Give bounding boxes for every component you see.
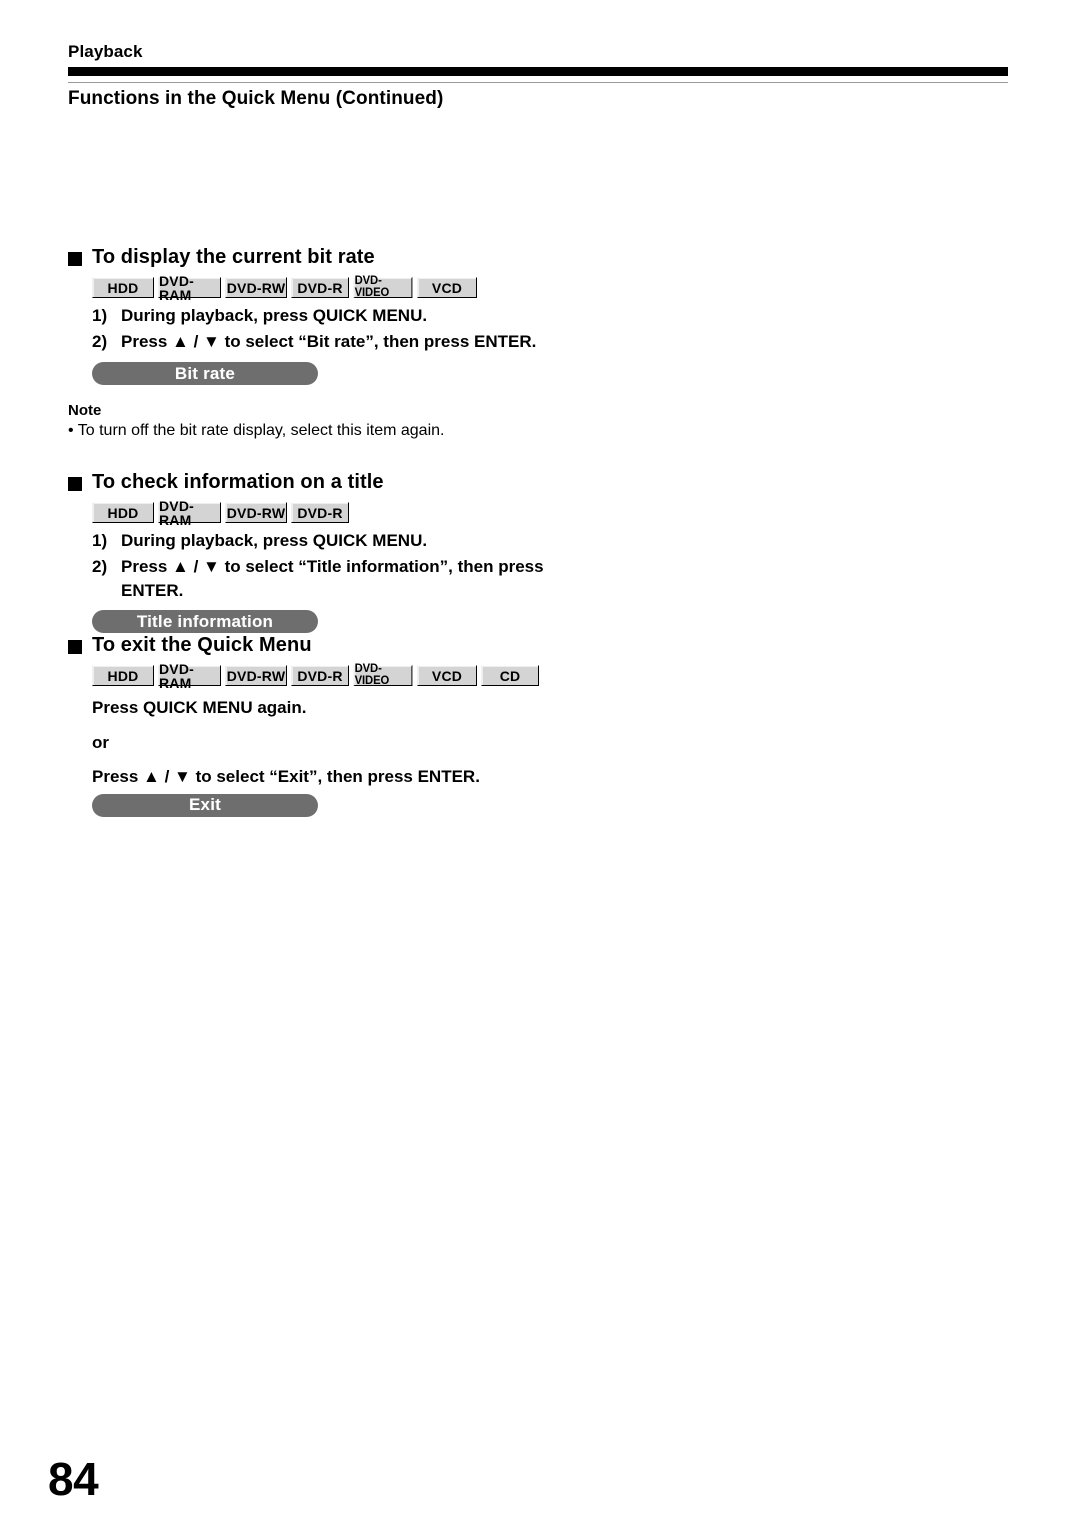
chapter-title: Functions in the Quick Menu (Continued)	[68, 88, 444, 109]
media-badge-row: HDD DVD-RAM DVD-RW DVD-R DVD-VIDEO VCD	[92, 274, 536, 302]
step-text: During playback, press QUICK MENU.	[121, 531, 428, 550]
header-thin-rule	[68, 82, 1008, 83]
media-badge-dvd-r: DVD-R	[291, 502, 349, 523]
running-head: Playback	[68, 42, 143, 61]
step-list: 1) During playback, press QUICK MENU. 2)…	[92, 304, 536, 354]
section-title-information: To check information on a title HDD DVD-…	[68, 471, 551, 634]
step-item: 1) During playback, press QUICK MENU.	[92, 529, 551, 553]
section-heading: To exit the Quick Menu	[68, 634, 539, 657]
manual-page: Playback Functions in the Quick Menu (Co…	[0, 0, 1080, 1526]
media-badge-row: HDD DVD-RAM DVD-RW DVD-R	[92, 499, 551, 527]
media-badge-vcd: VCD	[417, 665, 477, 686]
note-title: Note	[68, 402, 102, 420]
section-heading: To display the current bit rate	[68, 246, 536, 269]
step-number: 2)	[92, 332, 108, 352]
section-heading-label: To check information on a title	[92, 471, 384, 493]
page-number: 84	[48, 1453, 99, 1505]
media-badge-hdd: HDD	[92, 502, 154, 523]
square-bullet-icon	[68, 251, 82, 266]
instruction-line: Press ▲ / ▼ to select “Exit”, then press…	[92, 767, 480, 786]
square-bullet-icon	[68, 476, 82, 491]
step-text: Press ▲ / ▼ to select “Title information…	[121, 557, 544, 601]
step-list: 1) During playback, press QUICK MENU. 2)…	[92, 529, 551, 603]
osd-menu-item-title-information[interactable]: Title information	[92, 610, 318, 634]
step-number: 1)	[92, 531, 108, 550]
osd-menu-item-bit-rate[interactable]: Bit rate	[92, 362, 318, 386]
section-bit-rate: To display the current bit rate HDD DVD-…	[68, 246, 536, 442]
media-badge-row: HDD DVD-RAM DVD-RW DVD-R DVD-VIDEO VCD C…	[92, 662, 539, 690]
instruction-line: Press QUICK MENU again.	[92, 698, 307, 717]
step-item: 1) During playback, press QUICK MENU.	[92, 304, 536, 328]
media-badge-dvd-r: DVD-R	[291, 665, 349, 686]
note-block: Note • To turn off the bit rate display,…	[68, 402, 536, 442]
instruction-alternative-label: or	[92, 732, 109, 752]
media-badge-dvd-rw: DVD-RW	[225, 665, 287, 686]
media-badge-dvd-ram: DVD-RAM	[158, 274, 221, 302]
step-item: 2) Press ▲ / ▼ to select “Bit rate”, the…	[92, 330, 536, 354]
osd-menu-item-exit[interactable]: Exit	[92, 793, 318, 817]
media-badge-dvd-rw: DVD-RW	[225, 502, 287, 523]
media-badge-dvd-video: DVD-VIDEO	[353, 275, 413, 298]
step-text: Press ▲ / ▼ to select “Bit rate”, then p…	[121, 332, 537, 352]
media-badge-hdd: HDD	[92, 665, 154, 686]
header-thick-rule	[68, 67, 1008, 76]
media-badge-dvd-video: DVD-VIDEO	[353, 663, 413, 686]
media-badge-dvd-r: DVD-R	[291, 277, 349, 298]
note-item: • To turn off the bit rate display, sele…	[68, 422, 445, 440]
section-heading-label: To display the current bit rate	[92, 246, 375, 268]
media-badge-cd: CD	[481, 665, 539, 686]
step-number: 2)	[92, 557, 108, 577]
media-badge-dvd-rw: DVD-RW	[225, 277, 287, 298]
section-exit-quick-menu: To exit the Quick Menu HDD DVD-RAM DVD-R…	[68, 634, 539, 817]
section-heading-label: To exit the Quick Menu	[92, 634, 312, 656]
square-bullet-icon	[68, 639, 82, 654]
section-heading: To check information on a title	[68, 471, 551, 494]
media-badge-vcd: VCD	[417, 277, 477, 298]
step-item: 2) Press ▲ / ▼ to select “Title informat…	[92, 555, 551, 603]
media-badge-hdd: HDD	[92, 277, 154, 298]
media-badge-dvd-ram: DVD-RAM	[158, 662, 221, 690]
step-text: During playback, press QUICK MENU.	[121, 306, 428, 325]
media-badge-dvd-ram: DVD-RAM	[158, 499, 221, 527]
step-number: 1)	[92, 306, 108, 325]
